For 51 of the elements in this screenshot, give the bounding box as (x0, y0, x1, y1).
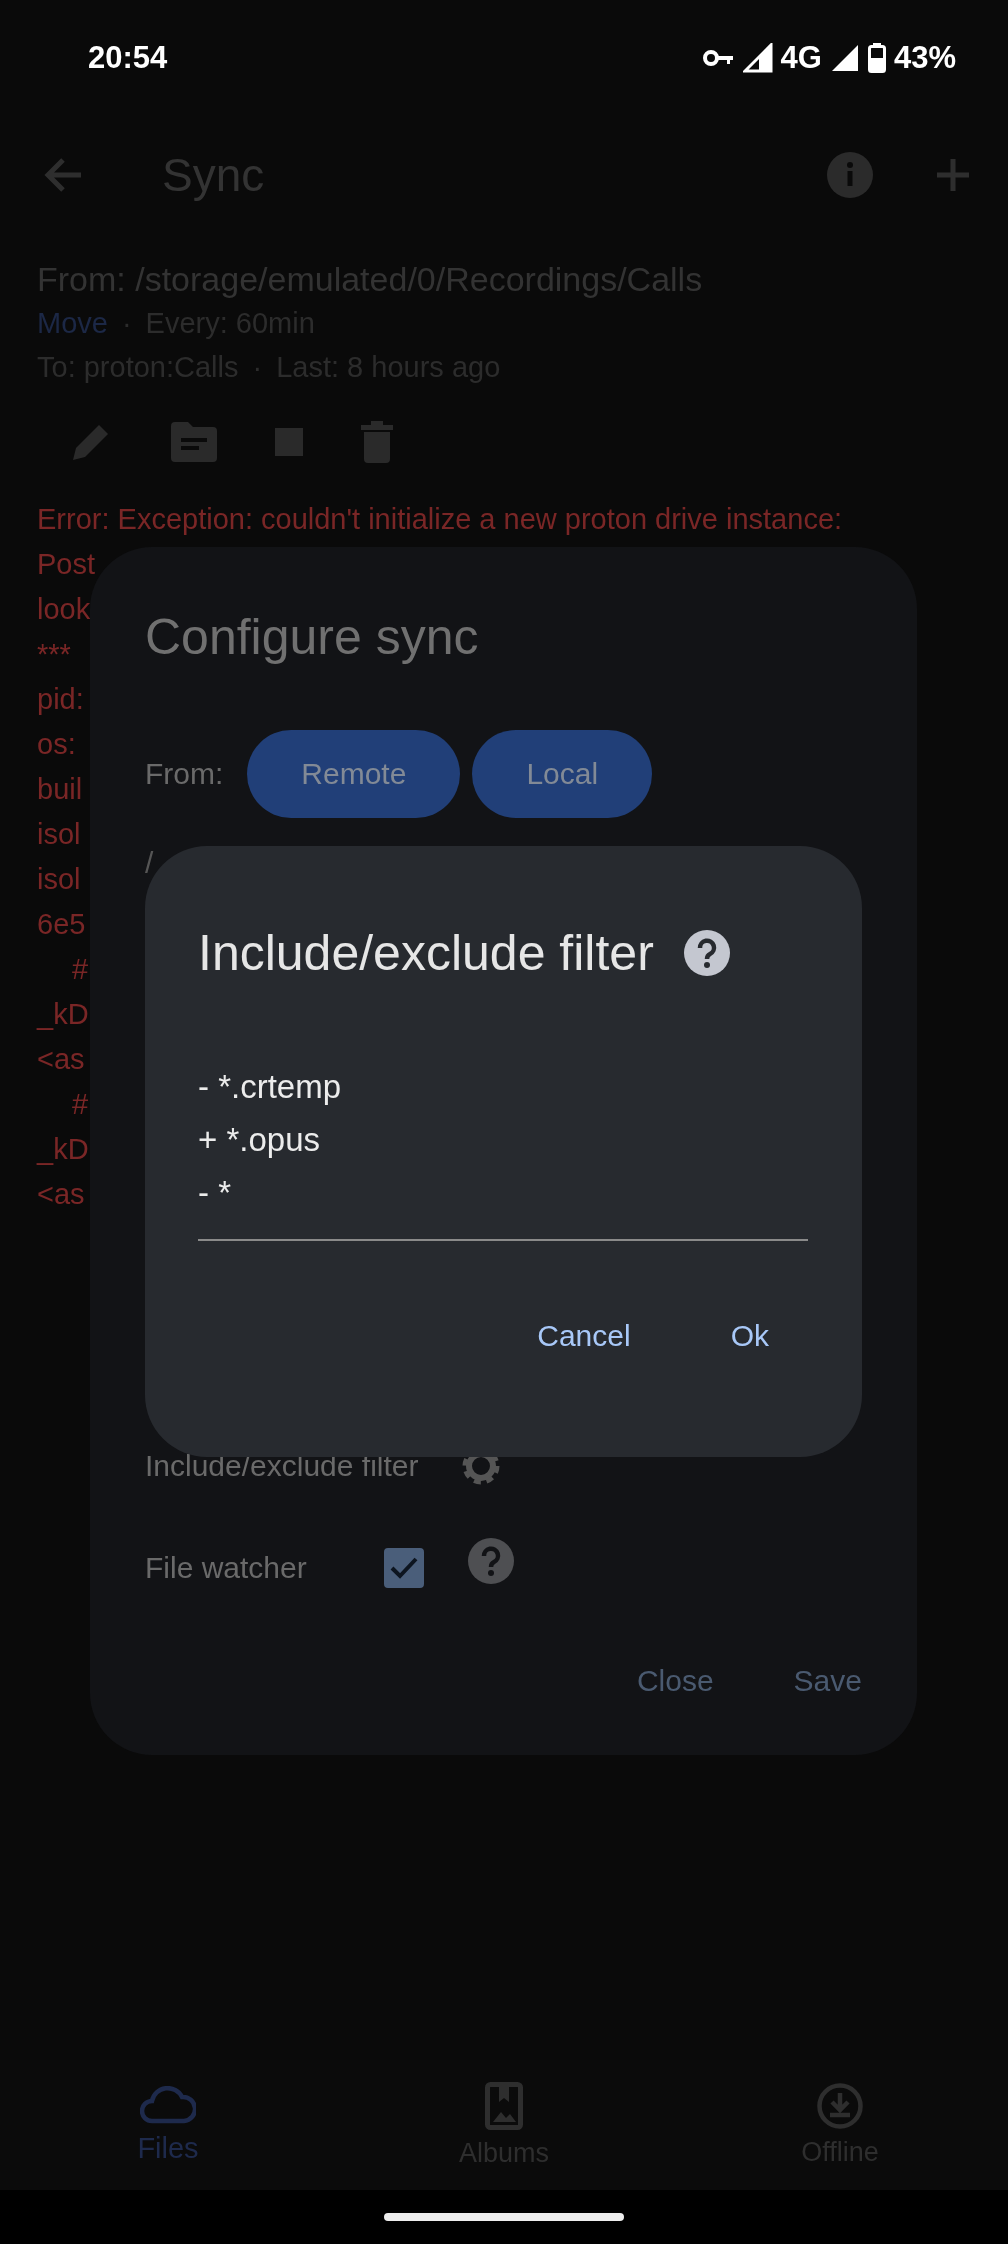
help-icon[interactable] (683, 930, 730, 976)
battery-icon (867, 42, 886, 73)
filter-field[interactable]: - *.crtemp + *.opus - * (198, 1060, 808, 1241)
error-text: 6e5 (37, 908, 86, 940)
cancel-button[interactable]: Cancel (527, 1311, 641, 1361)
error-text: <as (37, 1043, 85, 1075)
error-text: _kD (37, 1133, 89, 1165)
network-type: 4G (780, 39, 822, 76)
error-text: pid: (37, 683, 84, 715)
error-text: isol (37, 863, 81, 895)
source-button[interactable]: Local (472, 730, 653, 818)
save-button[interactable]: Save (783, 1656, 872, 1706)
error-text: _kD (37, 998, 89, 1030)
clock: 20:54 (88, 39, 168, 76)
error-text: isol (37, 818, 81, 850)
error-text: os: (37, 728, 76, 760)
key-icon (702, 48, 735, 67)
checkbox[interactable] (383, 1548, 424, 1588)
stop-icon[interactable] (275, 428, 303, 456)
back-arrow-icon[interactable] (43, 157, 83, 193)
source-button[interactable]: Remote (247, 730, 461, 818)
nav-tab[interactable]: Files (0, 2060, 336, 2190)
home-indicator[interactable] (384, 2213, 624, 2221)
mode-link[interactable]: Move (37, 301, 108, 345)
cloud-icon (140, 2085, 196, 2124)
from-label: From: (145, 757, 224, 791)
dialog-title: Configure sync (145, 608, 480, 667)
dialog-title: Include/exclude filter (198, 924, 654, 983)
path-text: / (145, 845, 155, 881)
separator-dot: · (252, 350, 263, 385)
error-text: # (72, 953, 89, 985)
error-text: # (72, 1088, 89, 1120)
download-icon (817, 2082, 863, 2129)
error-text: buil (37, 773, 83, 805)
photo-book-icon (485, 2081, 523, 2130)
file-watcher-label: File watcher (145, 1551, 307, 1585)
error-text: look (37, 593, 91, 625)
signal-icon (742, 42, 773, 73)
add-icon[interactable] (935, 157, 971, 193)
separator-dot: · (121, 306, 132, 341)
error-text: <as (37, 1178, 85, 1210)
info-icon[interactable] (827, 152, 873, 198)
checkmark-icon (388, 1556, 419, 1580)
battery-level: 43% (893, 39, 956, 76)
folder-icon[interactable] (171, 422, 217, 462)
error-text: *** (37, 638, 71, 670)
error-text: Post (37, 548, 96, 580)
close-button[interactable]: Close (626, 1656, 724, 1706)
error-text: Error: Exception: couldn't initialize a new proton drive instance: (37, 503, 843, 535)
ok-button[interactable]: Ok (720, 1311, 779, 1361)
trash-icon[interactable] (361, 421, 393, 463)
